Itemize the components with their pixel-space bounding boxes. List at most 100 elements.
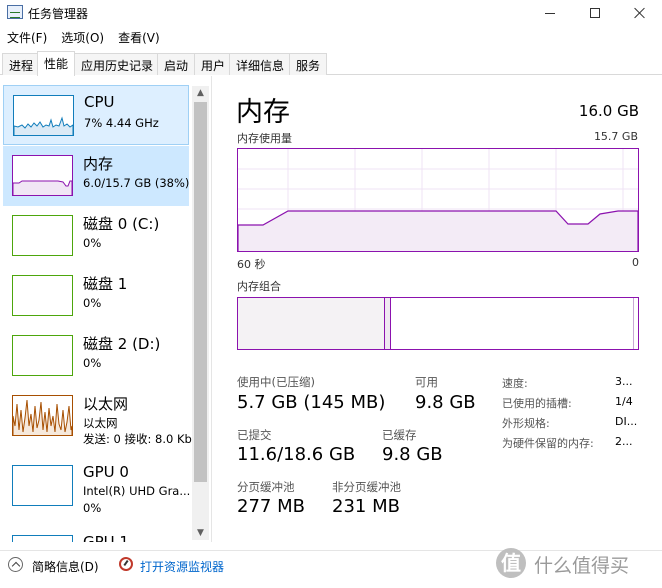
cached-label: 已缓存: [382, 428, 417, 442]
menu-file[interactable]: 文件(F): [0, 27, 54, 47]
sidebar-scrollbar[interactable]: ▲ ▼: [192, 86, 209, 540]
composition-standby: [633, 298, 634, 349]
tab-details[interactable]: 详细信息: [229, 53, 292, 75]
watermark-logo-icon: 值: [496, 548, 526, 578]
menu-view[interactable]: 查看(V): [111, 27, 167, 47]
disk1-title: 磁盘 1: [83, 275, 128, 293]
fewer-details-button[interactable]: 简略信息(D): [32, 558, 99, 575]
tab-strip: 进程 性能 应用历史记录 启动 用户 详细信息 服务: [0, 51, 662, 76]
page-title: 内存: [236, 97, 290, 128]
chevron-up-icon[interactable]: [8, 557, 23, 572]
composition-in-use: [238, 298, 385, 349]
disk1-thumbnail-graph: [12, 275, 73, 316]
resource-list: CPU 7% 4.44 GHz 内存 6.0/15.7 GB (38%) 磁盘 …: [0, 76, 212, 542]
disk0-usage: 0%: [83, 236, 102, 250]
scroll-thumb[interactable]: [194, 102, 207, 482]
memory-composition-bar: [237, 297, 639, 350]
ethernet-thumbnail-graph: [12, 395, 73, 436]
sidebar-item-disk0[interactable]: 磁盘 0 (C:) 0%: [3, 206, 189, 266]
graph-time-right: 0: [632, 256, 639, 269]
speed-value: 3...: [615, 375, 633, 388]
hardware-reserved-label: 为硬件保留的内存:: [502, 437, 594, 450]
sidebar-item-disk2[interactable]: 磁盘 2 (D:) 0%: [3, 326, 189, 386]
disk2-usage: 0%: [83, 356, 102, 370]
memory-usage-chart: [237, 149, 639, 251]
resource-monitor-icon[interactable]: [119, 557, 133, 571]
ethernet-throughput: 发送: 0 接收: 8.0 Kb: [83, 432, 192, 446]
usage-graph-max: 15.7 GB: [593, 130, 638, 143]
nonpaged-pool-label: 非分页缓冲池: [332, 480, 401, 494]
disk2-title: 磁盘 2 (D:): [83, 335, 161, 353]
open-resource-monitor-link[interactable]: 打开资源监视器: [140, 558, 224, 575]
maximize-button[interactable]: [572, 0, 618, 26]
nonpaged-pool-value: 231 MB: [332, 496, 400, 517]
disk2-thumbnail-graph: [12, 335, 73, 376]
total-memory: 16.0 GB: [578, 102, 639, 120]
form-factor-value: DI...: [615, 415, 638, 428]
sidebar-item-gpu0[interactable]: GPU 0 Intel(R) UHD Gra... 0%: [3, 456, 191, 516]
minimize-button[interactable]: [527, 0, 573, 26]
cpu-title: CPU: [84, 93, 115, 111]
close-button[interactable]: [617, 0, 662, 26]
cached-value: 9.8 GB: [382, 444, 443, 465]
slots-value: 1/4: [615, 395, 633, 408]
gpu1-title: GPU 1: [83, 533, 129, 542]
memory-usage: 6.0/15.7 GB (38%): [83, 176, 190, 190]
disk0-title: 磁盘 0 (C:): [83, 215, 160, 233]
sidebar-item-gpu1[interactable]: GPU 1: [3, 526, 189, 542]
menu-bar: 文件(F) 选项(O) 查看(V): [0, 27, 167, 47]
memory-title: 内存: [83, 155, 114, 173]
memory-detail-panel: 内存 16.0 GB 内存使用量 15.7 GB 60 秒 0 内存组合 使用中…: [213, 76, 662, 542]
window-title: 任务管理器: [28, 7, 89, 21]
ethernet-title: 以太网: [83, 395, 129, 413]
tab-startup[interactable]: 启动: [157, 53, 196, 75]
sidebar-item-cpu[interactable]: CPU 7% 4.44 GHz: [3, 85, 189, 145]
composition-modified: [385, 298, 391, 349]
task-manager-icon: [7, 5, 23, 19]
speed-label: 速度:: [502, 377, 528, 390]
cpu-usage: 7% 4.44 GHz: [84, 116, 159, 130]
maximize-icon: [590, 8, 600, 18]
disk1-usage: 0%: [83, 296, 102, 310]
tab-processes[interactable]: 进程: [2, 53, 41, 75]
hardware-reserved-value: 2...: [615, 435, 633, 448]
scroll-down-arrow-icon[interactable]: ▼: [192, 526, 209, 540]
tab-app-history[interactable]: 应用历史记录: [74, 53, 161, 75]
usage-graph-label: 内存使用量: [237, 132, 292, 145]
watermark-text: 什么值得买: [534, 555, 630, 577]
menu-options[interactable]: 选项(O): [54, 27, 111, 47]
composition-label: 内存组合: [237, 280, 281, 293]
tab-users[interactable]: 用户: [194, 53, 233, 75]
memory-thumbnail-graph: [12, 155, 73, 196]
available-label: 可用: [415, 375, 438, 389]
paged-pool-value: 277 MB: [237, 496, 305, 517]
in-use-label: 使用中(已压缩): [237, 375, 315, 389]
gpu0-title: GPU 0: [83, 463, 129, 481]
watermark: 值 什么值得买: [496, 546, 662, 588]
memory-usage-graph: [237, 148, 639, 252]
form-factor-label: 外形规格:: [502, 417, 550, 430]
committed-label: 已提交: [237, 428, 272, 442]
available-value: 9.8 GB: [415, 392, 476, 413]
sidebar-item-ethernet[interactable]: 以太网 以太网 发送: 0 接收: 8.0 Kb: [3, 386, 192, 446]
gpu0-thumbnail-graph: [12, 465, 73, 506]
title-bar: 任务管理器: [0, 0, 662, 26]
gpu0-usage: 0%: [83, 501, 102, 515]
minimize-icon: [545, 12, 555, 14]
gpu1-thumbnail-graph: [12, 535, 73, 542]
sidebar-item-disk1[interactable]: 磁盘 1 0%: [3, 266, 189, 326]
sidebar-item-memory[interactable]: 内存 6.0/15.7 GB (38%): [3, 146, 189, 206]
scroll-up-arrow-icon[interactable]: ▲: [192, 86, 209, 100]
slots-label: 已使用的插槽:: [502, 397, 572, 410]
graph-time-left: 60 秒: [237, 258, 266, 271]
disk0-thumbnail-graph: [12, 215, 73, 256]
tab-performance[interactable]: 性能: [37, 51, 76, 76]
close-icon: [634, 7, 646, 19]
in-use-value: 5.7 GB (145 MB): [237, 392, 386, 413]
committed-value: 11.6/18.6 GB: [237, 444, 356, 465]
tab-services[interactable]: 服务: [289, 53, 328, 75]
ethernet-adapter-name: 以太网: [83, 416, 118, 430]
paged-pool-label: 分页缓冲池: [237, 480, 295, 494]
gpu0-model: Intel(R) UHD Gra...: [83, 484, 191, 498]
cpu-thumbnail-graph: [13, 95, 74, 136]
